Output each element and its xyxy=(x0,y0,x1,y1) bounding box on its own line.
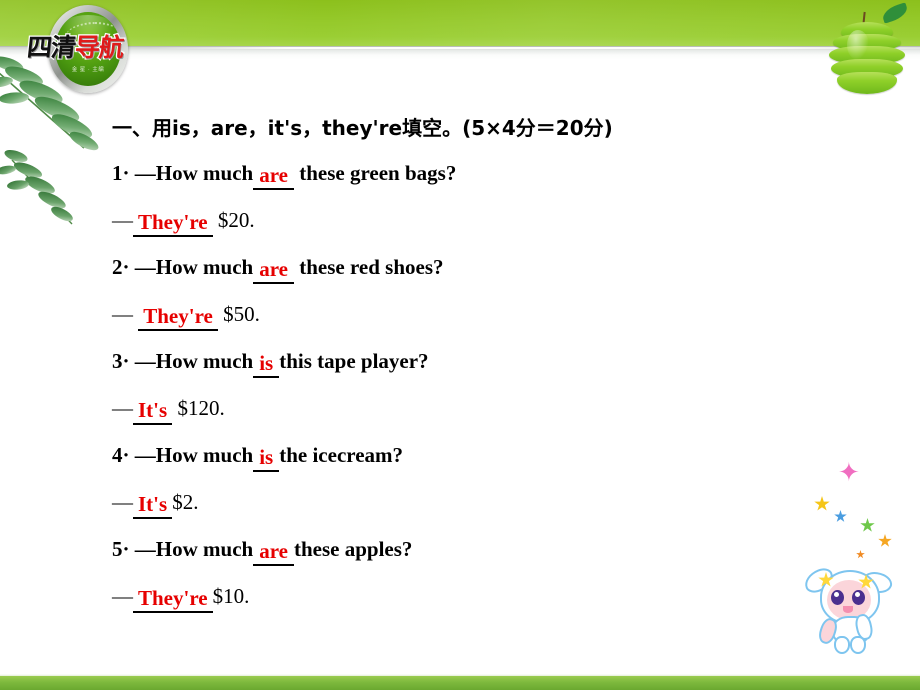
answer-line: — They're $10. xyxy=(112,573,812,620)
question-separator: · xyxy=(122,161,130,185)
question-suffix: this tape player? xyxy=(279,349,429,373)
bottom-green-bar xyxy=(0,676,920,690)
cartoon-bunny-mascot-icon xyxy=(801,564,895,654)
star-icon xyxy=(856,550,865,559)
answer-blank-filled[interactable]: It's xyxy=(133,491,173,519)
slide-canvas: 金 星 · 主编 四清导航 一、用is，are，it's，they're填空。(… xyxy=(0,0,920,690)
question-line: 2· —How much are these red shoes? xyxy=(112,244,812,291)
answer-amount: $2. xyxy=(172,490,199,514)
question-line: 1· —How much are these green bags? xyxy=(112,150,812,197)
fern-leaves-decoration xyxy=(0,52,114,252)
question-number: 5 xyxy=(112,537,123,561)
answer-blank[interactable]: are xyxy=(253,162,294,190)
answer-line: — They're $20. xyxy=(112,197,812,244)
star-icon xyxy=(860,518,875,532)
banner-highlight-line xyxy=(150,47,920,49)
question-separator: · xyxy=(122,443,130,467)
answer-amount: $120. xyxy=(177,396,225,420)
exercise-content: 一、用is，are，it's，they're填空。(5×4分＝20分) 1· —… xyxy=(112,106,812,620)
heading-words: is，are，it's，they're xyxy=(172,116,403,140)
question-prefix: How much xyxy=(155,537,254,561)
answer-blank-filled[interactable]: They're xyxy=(133,585,213,613)
question-dash: — xyxy=(134,161,156,185)
question-line: 4· —How much is the icecream? xyxy=(112,432,812,479)
heading-prefix: 用 xyxy=(152,116,172,140)
apple-leaf-icon xyxy=(880,2,910,24)
star-icon xyxy=(878,534,892,547)
mascot-eye-right xyxy=(852,590,865,605)
star-icon xyxy=(814,496,830,511)
question-dash: — xyxy=(134,537,156,561)
answer-dash: — xyxy=(112,208,133,232)
heading-score: (5×4分＝20分) xyxy=(462,116,613,140)
fern-branch-upper xyxy=(0,56,99,151)
question-prefix: How much xyxy=(155,349,254,373)
sliced-green-apple-icon xyxy=(817,2,912,104)
mascot-leg-left xyxy=(834,636,850,654)
question-prefix: How much xyxy=(155,443,254,467)
answer-dash: — xyxy=(112,490,133,514)
question-suffix: these apples? xyxy=(293,537,413,561)
question-separator: · xyxy=(122,537,130,561)
apple-slice xyxy=(837,72,897,94)
mascot-leg-right xyxy=(850,636,866,654)
sparkle-icon: ✦ xyxy=(838,458,860,488)
question-number: 3 xyxy=(112,349,123,373)
question-dash: — xyxy=(134,255,156,279)
answer-dash: — xyxy=(112,584,133,608)
question-suffix: the icecream? xyxy=(279,443,404,467)
heading-marker: 一、 xyxy=(112,116,152,140)
answer-line: — They're $50. xyxy=(112,291,812,338)
question-suffix: these green bags? xyxy=(299,161,457,185)
question-line: 3· —How much is this tape player? xyxy=(112,338,812,385)
answer-line: — It's $2. xyxy=(112,479,812,526)
answer-blank-filled[interactable]: They're xyxy=(133,209,213,237)
question-separator: · xyxy=(122,255,130,279)
question-prefix: How much xyxy=(155,161,254,185)
answer-dash: — xyxy=(112,302,133,326)
question-suffix: these red shoes? xyxy=(299,255,444,279)
answer-blank-filled[interactable]: They're xyxy=(138,303,218,331)
mascot-decoration: ✦ xyxy=(794,458,914,654)
answer-blank[interactable]: are xyxy=(253,256,294,284)
answer-amount: $10. xyxy=(212,584,250,608)
answer-blank[interactable]: are xyxy=(253,538,294,566)
question-prefix: How much xyxy=(155,255,254,279)
question-dash: — xyxy=(134,349,156,373)
exercise-heading: 一、用is，are，it's，they're填空。(5×4分＝20分) xyxy=(112,106,812,150)
question-dash: — xyxy=(134,443,156,467)
question-number: 2 xyxy=(112,255,123,279)
answer-amount: $50. xyxy=(223,302,260,326)
question-line: 5· —How much are these apples? xyxy=(112,526,812,573)
question-separator: · xyxy=(122,349,130,373)
answer-blank-filled[interactable]: It's xyxy=(133,397,173,425)
apple-gloss xyxy=(847,30,869,60)
heading-suffix: 填空。 xyxy=(402,116,463,140)
answer-dash: — xyxy=(112,396,133,420)
mascot-eye-left xyxy=(831,590,844,605)
fern-branch-lower xyxy=(0,149,73,225)
answer-blank[interactable]: is xyxy=(253,444,280,472)
question-number: 4 xyxy=(112,443,123,467)
question-number: 1 xyxy=(112,161,123,185)
mascot-mouth xyxy=(843,606,853,613)
star-icon xyxy=(834,510,847,522)
answer-blank[interactable]: is xyxy=(253,350,280,378)
fern-leaves-svg xyxy=(0,56,99,225)
answer-amount: $20. xyxy=(217,208,255,232)
answer-line: — It's $120. xyxy=(112,385,812,432)
